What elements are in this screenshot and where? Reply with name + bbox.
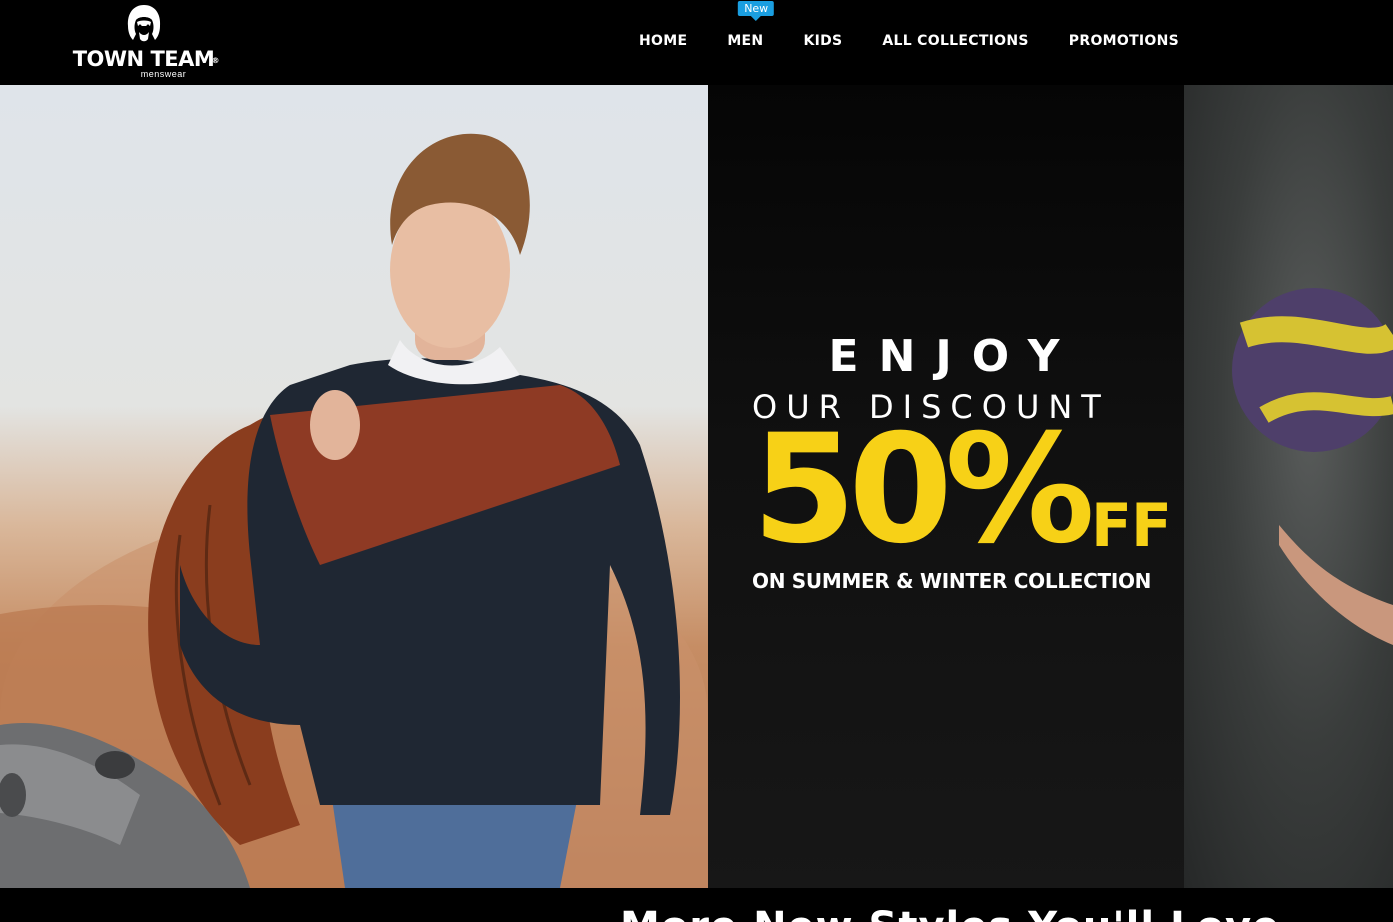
- site-header: TOWN TEAM ® menswear HOME New MEN KIDS AL…: [0, 0, 1393, 85]
- nav-label: MEN: [727, 32, 764, 49]
- nav-label: KIDS: [803, 32, 843, 49]
- section-strip: More New Styles You'll Love: [0, 888, 1393, 922]
- nav-item-all-collections[interactable]: ALL COLLECTIONS: [862, 33, 1048, 49]
- promo-off: FF: [1091, 491, 1172, 561]
- promo-percentage: 50% FF: [752, 403, 1172, 577]
- brand-logo[interactable]: TOWN TEAM ® menswear: [66, 4, 221, 80]
- brand-name: TOWN TEAM ®: [72, 47, 220, 71]
- nav-item-kids[interactable]: KIDS: [783, 33, 862, 49]
- nav-label: ALL COLLECTIONS: [882, 32, 1029, 49]
- model-illustration: [0, 133, 680, 888]
- nav-label: PROMOTIONS: [1068, 32, 1180, 49]
- wall-scene: [1184, 85, 1393, 888]
- promo-line-enjoy: ENJOY: [828, 331, 1080, 382]
- hero-banner[interactable]: ENJOY OUR DISCOUNT 50% FF ON SUMMER & WI…: [0, 85, 1393, 888]
- nav-item-home[interactable]: HOME: [619, 33, 707, 49]
- main-nav: HOME New MEN KIDS ALL COLLECTIONS PROMOT…: [619, 0, 1199, 85]
- nav-item-promotions[interactable]: PROMOTIONS: [1049, 33, 1199, 49]
- promo-text: ENJOY OUR DISCOUNT 50% FF ON SUMMER & WI…: [752, 331, 1172, 594]
- promo-line-collection: ON SUMMER & WINTER COLLECTION: [752, 569, 1152, 593]
- nav-label: HOME: [639, 32, 688, 49]
- section-heading: More New Styles You'll Love: [620, 904, 1280, 922]
- new-badge: New: [738, 0, 775, 21]
- basketball-icon: [1232, 288, 1393, 645]
- promo-percent: 50%: [752, 403, 1095, 577]
- nav-item-men[interactable]: New MEN: [707, 0, 783, 49]
- hooded-face-logo-icon: [127, 5, 160, 42]
- brand-tagline: menswear: [140, 69, 187, 79]
